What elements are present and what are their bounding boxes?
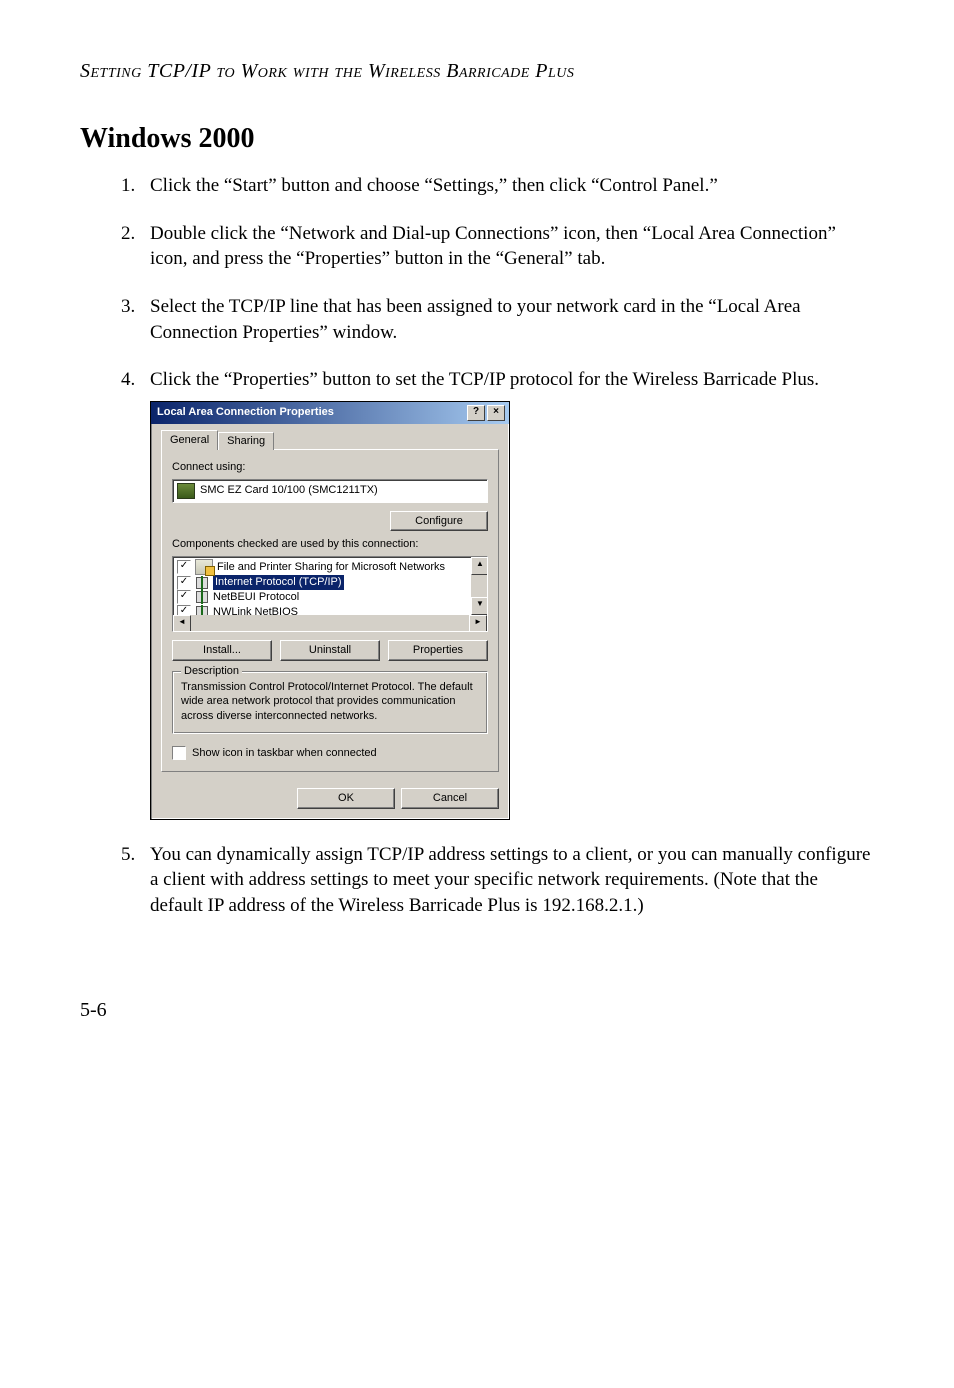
components-label: Components checked are used by this conn… (172, 537, 488, 552)
show-icon-label: Show icon in taskbar when connected (192, 746, 377, 761)
configure-button[interactable]: Configure (390, 511, 488, 532)
adapter-field: SMC EZ Card 10/100 (SMC1211TX) (172, 479, 488, 503)
properties-button[interactable]: Properties (388, 640, 488, 661)
description-label: Description (181, 664, 242, 679)
nic-icon (177, 483, 195, 499)
list-item-label: NetBEUI Protocol (213, 590, 299, 605)
running-header: Setting TCP/IP to Work with the Wireless… (80, 60, 874, 83)
local-area-connection-dialog: Local Area Connection Properties ? × Gen… (150, 401, 510, 820)
adapter-name: SMC EZ Card 10/100 (SMC1211TX) (200, 483, 378, 498)
list-item-file-printer[interactable]: ✓ File and Printer Sharing for Microsoft… (175, 559, 469, 575)
protocol-icon (195, 576, 209, 590)
list-item-label: Internet Protocol (TCP/IP) (213, 575, 344, 590)
scroll-up-icon[interactable]: ▲ (471, 557, 488, 575)
horizontal-scrollbar[interactable]: ◄ ► (173, 615, 487, 631)
list-item-netbeui[interactable]: ✓ NetBEUI Protocol (175, 590, 469, 605)
dialog-title: Local Area Connection Properties (157, 405, 334, 420)
description-groupbox: Description Transmission Control Protoco… (172, 671, 488, 734)
tab-strip: General Sharing (161, 430, 499, 450)
scroll-down-icon[interactable]: ▼ (471, 597, 488, 615)
steps-list: Click the “Start” button and choose “Set… (140, 173, 874, 919)
install-button[interactable]: Install... (172, 640, 272, 661)
ok-button[interactable]: OK (297, 788, 395, 809)
show-icon-row[interactable]: Show icon in taskbar when connected (172, 746, 488, 761)
scroll-right-icon[interactable]: ► (469, 615, 487, 632)
checkbox-icon[interactable]: ✓ (177, 576, 191, 590)
components-listbox[interactable]: ✓ File and Printer Sharing for Microsoft… (172, 556, 488, 632)
step-5: You can dynamically assign TCP/IP addres… (140, 842, 874, 919)
checkbox-icon[interactable]: ✓ (177, 560, 191, 574)
file-printer-icon (195, 559, 213, 575)
section-title: Windows 2000 (80, 123, 874, 155)
checkbox-icon[interactable]: ✓ (177, 590, 191, 604)
tab-general[interactable]: General (161, 430, 218, 450)
scroll-left-icon[interactable]: ◄ (173, 615, 191, 632)
cancel-button[interactable]: Cancel (401, 788, 499, 809)
step-2: Double click the “Network and Dial-up Co… (140, 221, 874, 272)
help-button[interactable]: ? (467, 405, 485, 421)
step-4-text: Click the “Properties” button to set the… (150, 369, 819, 390)
dialog-titlebar[interactable]: Local Area Connection Properties ? × (151, 402, 509, 424)
checkbox-icon[interactable] (172, 746, 186, 760)
list-item-label: File and Printer Sharing for Microsoft N… (217, 560, 445, 575)
tab-sharing[interactable]: Sharing (218, 432, 274, 450)
step-1: Click the “Start” button and choose “Set… (140, 173, 874, 199)
connect-using-label: Connect using: (172, 460, 488, 475)
page-number: 5-6 (80, 999, 874, 1022)
step-3: Select the TCP/IP line that has been ass… (140, 294, 874, 345)
list-item-tcpip[interactable]: ✓ Internet Protocol (TCP/IP) (175, 575, 469, 590)
step-4: Click the “Properties” button to set the… (140, 367, 874, 819)
protocol-icon (195, 590, 209, 604)
vertical-scrollbar[interactable]: ▲ ▼ (471, 557, 487, 615)
tab-panel-general: Connect using: SMC EZ Card 10/100 (SMC12… (161, 449, 499, 772)
description-text: Transmission Control Protocol/Internet P… (181, 680, 479, 723)
uninstall-button[interactable]: Uninstall (280, 640, 380, 661)
close-button[interactable]: × (487, 405, 505, 421)
